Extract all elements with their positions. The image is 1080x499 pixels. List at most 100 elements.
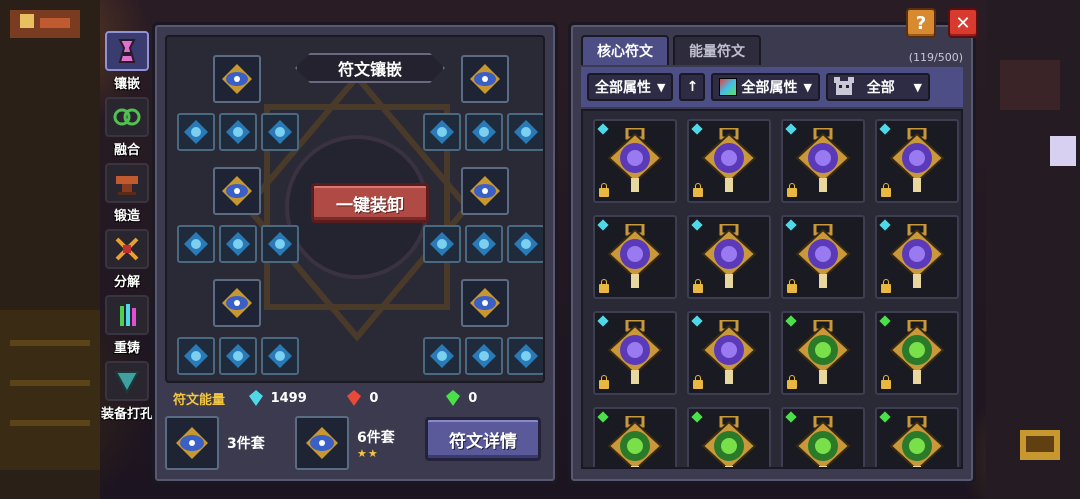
close-button[interactable]: ✕ (948, 8, 978, 38)
blue-energy-rune-icon (226, 232, 250, 256)
filter-bar: 全部属性 ▼ ↑ 全部属性 ▼ 全部 ▼ (581, 67, 963, 107)
energy-rune-slot[interactable] (177, 113, 215, 151)
rune-card[interactable] (593, 407, 677, 467)
rune-card[interactable] (781, 407, 865, 467)
side-tab-disassemble[interactable]: 分解 (98, 226, 156, 290)
sort-order-button[interactable]: ↑ (679, 73, 706, 101)
blue-energy-rune-icon (268, 232, 292, 256)
side-tab-forge[interactable]: 锻造 (98, 160, 156, 224)
core-rune-slot[interactable] (213, 167, 261, 215)
energy-rune-slot[interactable] (177, 337, 215, 375)
rune-card[interactable] (781, 215, 865, 299)
rune-grid (593, 119, 959, 467)
energy-rune-slot[interactable] (177, 225, 215, 263)
blue-energy-rune-icon (430, 232, 454, 256)
blue-energy-rune-icon (226, 120, 250, 144)
help-button[interactable]: ? (906, 8, 936, 38)
tab-core-runes[interactable]: 核心符文 (581, 35, 669, 65)
rune-eye-icon (306, 427, 338, 459)
core-rune-slot[interactable] (461, 167, 509, 215)
lock-icon (599, 279, 609, 293)
star-rating: ★★ (357, 446, 379, 460)
inlay-title: 符文镶嵌 (295, 53, 445, 83)
energy-rune-slot[interactable] (423, 113, 461, 151)
lock-icon (881, 375, 891, 389)
purple-rune-icon (889, 224, 945, 288)
energy-rune-slot[interactable] (507, 337, 543, 375)
rune-eye-icon (470, 288, 500, 318)
side-tab-label: 重铸 (113, 341, 140, 356)
rune-card[interactable] (781, 119, 865, 203)
energy-rune-slot[interactable] (423, 337, 461, 375)
lock-icon (787, 183, 797, 197)
blue-energy-rune-icon (514, 344, 538, 368)
blue-energy-rune-icon (268, 120, 292, 144)
rune-card[interactable] (781, 311, 865, 395)
color-attribute-dropdown[interactable]: 全部属性 ▼ (711, 73, 820, 101)
attribute-filter-dropdown[interactable]: 全部属性 ▼ (587, 73, 674, 101)
rune-card[interactable] (687, 119, 771, 203)
lock-icon (881, 183, 891, 197)
energy-rune-slot[interactable] (219, 113, 257, 151)
side-tab-fusion[interactable]: 融合 (98, 94, 156, 158)
energy-rune-slot[interactable] (261, 113, 299, 151)
rune-eye-icon (222, 288, 252, 318)
rune-card[interactable] (687, 311, 771, 395)
recast-crystal-icon (105, 295, 149, 335)
rune-altar-icon (105, 31, 149, 71)
fusion-icon (105, 97, 149, 137)
anvil-icon (105, 163, 149, 203)
tab-energy-runes[interactable]: 能量符文 (673, 35, 761, 65)
energy-rune-slot[interactable] (219, 337, 257, 375)
rune-card[interactable] (593, 215, 677, 299)
rune-card[interactable] (687, 215, 771, 299)
rune-eye-icon (470, 64, 500, 94)
rune-card[interactable] (875, 215, 959, 299)
dropdown-label: 全部属性 (741, 80, 798, 96)
set-bonus-3-slot[interactable] (165, 416, 219, 470)
side-tab-drill[interactable]: 装备打孔 (98, 358, 156, 422)
blue-energy-rune-icon (184, 232, 208, 256)
energy-rune-slot[interactable] (507, 113, 543, 151)
energy-rune-slot[interactable] (423, 225, 461, 263)
rune-card[interactable] (593, 119, 677, 203)
rune-card[interactable] (687, 407, 771, 467)
chevron-down-icon: ▼ (657, 80, 666, 94)
blue-energy-rune-icon (430, 120, 454, 144)
core-rune-slot[interactable] (213, 279, 261, 327)
core-rune-slot[interactable] (461, 55, 509, 103)
rune-card[interactable] (593, 311, 677, 395)
chevron-down-icon: ▼ (913, 80, 922, 94)
side-tab-recast[interactable]: 重铸 (98, 292, 156, 356)
purple-rune-icon (701, 320, 757, 384)
green-rune-icon (795, 416, 851, 467)
green-rune-icon (889, 320, 945, 384)
disassemble-icon (105, 229, 149, 269)
rune-card[interactable] (875, 407, 959, 467)
lock-icon (599, 183, 609, 197)
energy-rune-slot[interactable] (261, 225, 299, 263)
rune-eye-icon (176, 427, 208, 459)
energy-rune-slot[interactable] (465, 225, 503, 263)
energy-rune-slot[interactable] (261, 337, 299, 375)
unequip-all-button[interactable]: 一键装卸 (311, 183, 429, 223)
rune-details-button[interactable]: 符文详情 (425, 417, 541, 461)
energy-rune-slot[interactable] (219, 225, 257, 263)
type-filter-dropdown[interactable]: 全部 ▼ (825, 73, 930, 101)
rune-card[interactable] (875, 119, 959, 203)
red-gem-icon (347, 390, 362, 406)
blue-energy-value: 1499 (270, 390, 307, 406)
side-tab-inlay[interactable]: 镶嵌 (98, 28, 156, 92)
rune-type-tabs: 核心符文 能量符文 (581, 35, 765, 65)
energy-rune-slot[interactable] (465, 113, 503, 151)
core-rune-slot[interactable] (461, 279, 509, 327)
set-bonus-6-slot[interactable] (295, 416, 349, 470)
core-rune-slot[interactable] (213, 55, 261, 103)
rune-count: (119/500) (908, 51, 963, 64)
rainbow-swatch-icon (719, 78, 738, 96)
energy-rune-slot[interactable] (507, 225, 543, 263)
rune-card[interactable] (875, 311, 959, 395)
energy-rune-slot[interactable] (465, 337, 503, 375)
blue-energy-rune-icon (268, 344, 292, 368)
green-rune-icon (701, 416, 757, 467)
